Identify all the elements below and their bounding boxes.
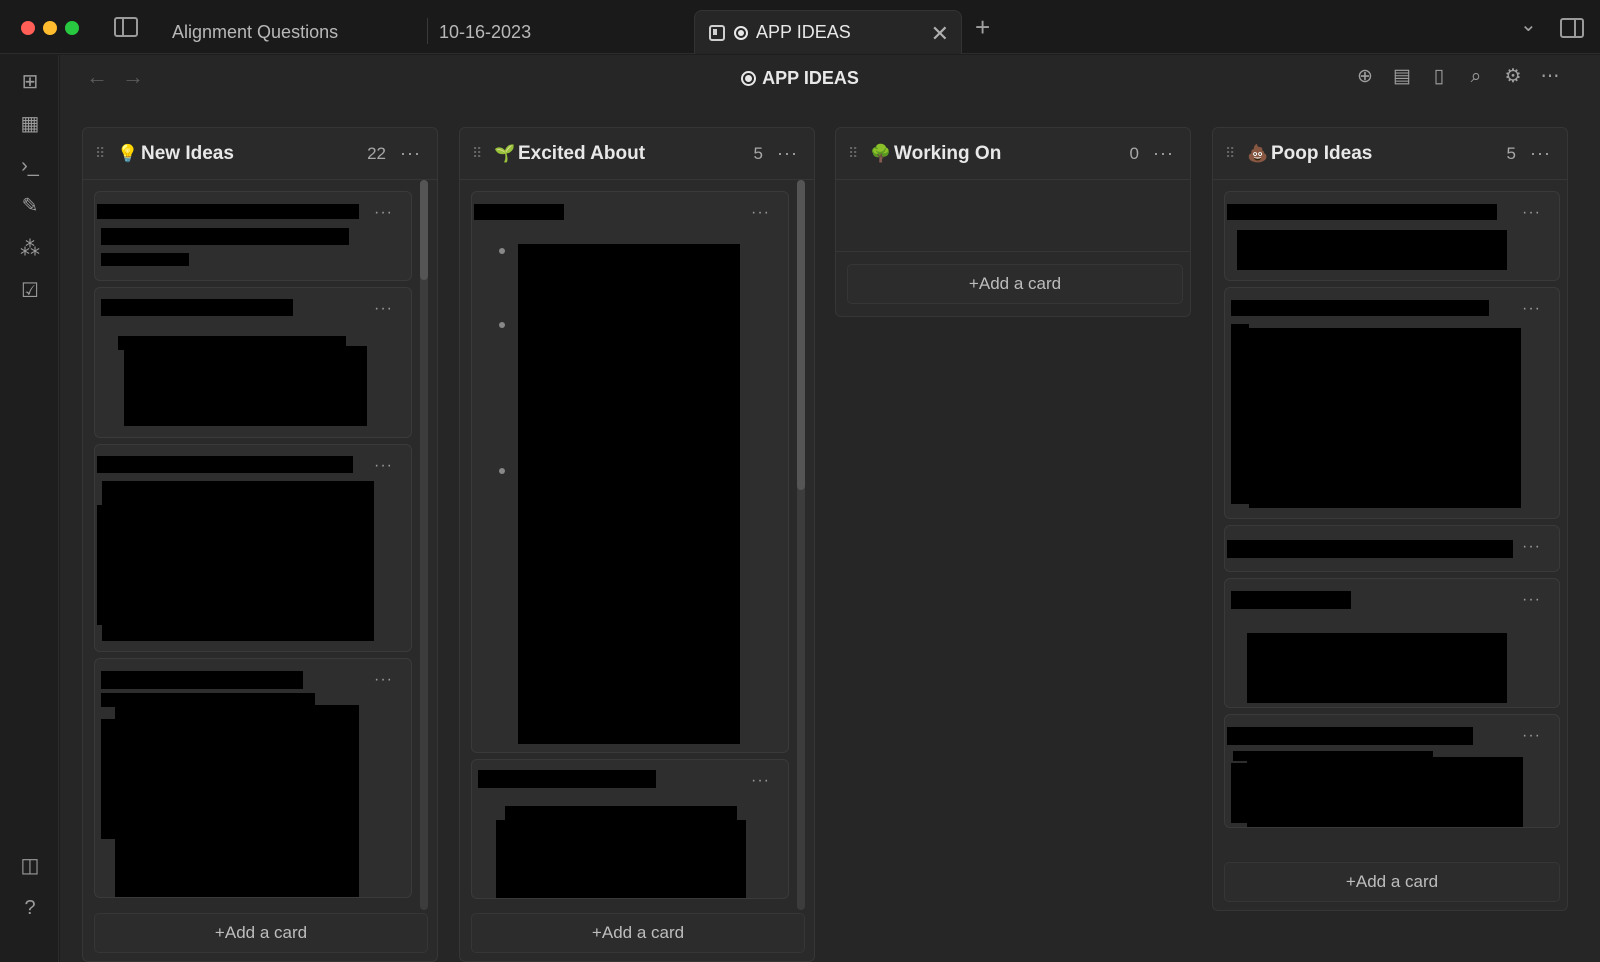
help-icon[interactable]: ? — [19, 897, 41, 919]
terminal-icon[interactable]: ›_ — [19, 155, 41, 177]
header-actions: ⊕ ▤ ▯ ⌕ ⚙ ⋯ — [1355, 66, 1560, 88]
card-more-icon[interactable]: ··· — [374, 300, 393, 318]
chevron-down-icon[interactable]: ⌄ — [1520, 12, 1537, 37]
minimize-window-button[interactable] — [43, 21, 57, 35]
tab-alignment-questions[interactable]: Alignment Questions — [172, 10, 427, 54]
lane-new-ideas: ⠿ 💡 New Ideas 22 ··· ··· ··· ··· ··· +Ad… — [82, 127, 438, 962]
card[interactable]: ··· — [94, 191, 412, 281]
card[interactable]: ··· — [94, 444, 412, 652]
graph-icon[interactable]: ⁂ — [19, 238, 41, 260]
lane-more-icon[interactable]: ··· — [777, 143, 798, 164]
lane-header: ⠿ 🌳 Working On 0 ··· — [836, 128, 1190, 180]
search-icon[interactable]: ⌕ — [1466, 66, 1486, 88]
add-circle-icon[interactable]: ⊕ — [1355, 66, 1375, 88]
calendar-check-icon[interactable]: ☑ — [19, 280, 41, 302]
page-title-text: APP IDEAS — [762, 68, 859, 88]
target-icon — [741, 71, 757, 86]
left-sidebar-toggle-icon[interactable] — [114, 17, 138, 37]
card-more-icon[interactable]: ··· — [1522, 300, 1541, 318]
card-more-icon[interactable]: ··· — [1522, 727, 1541, 745]
lane-title: Working On — [894, 142, 1002, 164]
lane-working-on: ⠿ 🌳 Working On 0 ··· +Add a card — [835, 127, 1191, 317]
card-more-icon[interactable]: ··· — [751, 204, 770, 222]
document-icon[interactable]: ▯ — [1429, 66, 1449, 88]
add-card-button[interactable]: +Add a card — [471, 913, 805, 953]
card[interactable]: ··· — [94, 287, 412, 438]
card[interactable]: ··· — [1224, 525, 1560, 572]
drag-handle-icon[interactable]: ⠿ — [1225, 145, 1247, 162]
scrollbar[interactable] — [420, 180, 428, 910]
lane-count: 5 — [1506, 143, 1517, 163]
tab-10-16-2023[interactable]: 10-16-2023 — [439, 10, 694, 54]
scroll-thumb[interactable] — [420, 180, 428, 280]
kanban-icon — [709, 24, 725, 41]
add-card-button[interactable]: +Add a card — [1224, 862, 1560, 902]
card[interactable]: ··· — [1224, 287, 1560, 519]
card[interactable]: ··· — [471, 191, 789, 753]
lane-count: 22 — [367, 143, 387, 163]
add-card-button[interactable]: +Add a card — [847, 264, 1183, 304]
vault-icon[interactable]: ◫ — [19, 855, 41, 877]
card-more-icon[interactable]: ··· — [374, 204, 393, 222]
seedling-icon: 🌱 — [494, 143, 516, 163]
lane-header: ⠿ 🌱 Excited About 5 ··· — [460, 128, 814, 180]
card-more-icon[interactable]: ··· — [374, 457, 393, 475]
poop-icon: 💩 — [1247, 143, 1269, 163]
card-more-icon[interactable]: ··· — [1522, 204, 1541, 222]
calendar-icon[interactable]: ▦ — [19, 113, 41, 135]
empty-lane-body — [836, 180, 1190, 252]
lane-title: Poop Ideas — [1271, 142, 1373, 164]
lane-title: Excited About — [518, 142, 646, 164]
lane-more-icon[interactable]: ··· — [1153, 143, 1174, 164]
lane-header: ⠿ 💡 New Ideas 22 ··· — [83, 128, 437, 180]
tree-icon: 🌳 — [870, 143, 892, 163]
close-window-button[interactable] — [21, 21, 35, 35]
drag-handle-icon[interactable]: ⠿ — [848, 145, 870, 162]
tab-bar: Alignment Questions 10-16-2023 APP IDEAS… — [0, 0, 1600, 54]
lane-poop-ideas: ⠿ 💩 Poop Ideas 5 ··· ··· ··· ··· ··· ··· — [1212, 127, 1568, 911]
scrollbar[interactable] — [797, 180, 805, 910]
card[interactable]: ··· — [1224, 578, 1560, 708]
lane-header: ⠿ 💩 Poop Ideas 5 ··· — [1213, 128, 1567, 180]
card[interactable]: ··· — [471, 759, 789, 899]
lane-more-icon[interactable]: ··· — [1530, 143, 1551, 164]
lane-count: 0 — [1129, 143, 1140, 163]
add-card-button[interactable]: +Add a card — [94, 913, 428, 953]
more-icon[interactable]: ⋯ — [1540, 66, 1560, 88]
drag-handle-icon[interactable]: ⠿ — [472, 145, 494, 162]
new-tab-icon[interactable]: + — [975, 12, 990, 43]
right-sidebar-toggle-icon[interactable] — [1560, 18, 1584, 38]
settings-icon[interactable]: ⚙ — [1503, 66, 1523, 88]
chat-icon[interactable]: ✎ — [19, 195, 41, 217]
tab-app-ideas[interactable]: APP IDEAS ✕ — [694, 10, 962, 54]
tab-divider — [427, 18, 428, 44]
lane-excited-about: ⠿ 🌱 Excited About 5 ··· ··· ··· +Add a c… — [459, 127, 815, 962]
card-more-icon[interactable]: ··· — [1522, 538, 1541, 556]
card-more-icon[interactable]: ··· — [374, 671, 393, 689]
scroll-thumb[interactable] — [797, 180, 805, 490]
lane-more-icon[interactable]: ··· — [400, 143, 421, 164]
card-more-icon[interactable]: ··· — [1522, 591, 1541, 609]
archive-icon[interactable]: ▤ — [1392, 66, 1412, 88]
lane-title: New Ideas — [141, 142, 234, 164]
tab-label: Alignment Questions — [172, 21, 339, 42]
card[interactable]: ··· — [94, 658, 412, 898]
tab-label: APP IDEAS — [756, 22, 851, 42]
card-more-icon[interactable]: ··· — [751, 772, 770, 790]
left-ribbon: ⊞ ▦ ›_ ✎ ⁂ ☑ ◫ ? — [0, 55, 59, 962]
tab-label: 10-16-2023 — [439, 21, 532, 42]
close-tab-icon[interactable]: ✕ — [931, 21, 949, 47]
zoom-window-button[interactable] — [65, 21, 79, 35]
card[interactable]: ··· — [1224, 191, 1560, 281]
lightbulb-icon: 💡 — [117, 143, 139, 163]
card[interactable]: ··· — [1224, 714, 1560, 828]
target-icon — [734, 25, 748, 40]
lane-count: 5 — [753, 143, 764, 163]
drag-handle-icon[interactable]: ⠿ — [95, 145, 117, 162]
